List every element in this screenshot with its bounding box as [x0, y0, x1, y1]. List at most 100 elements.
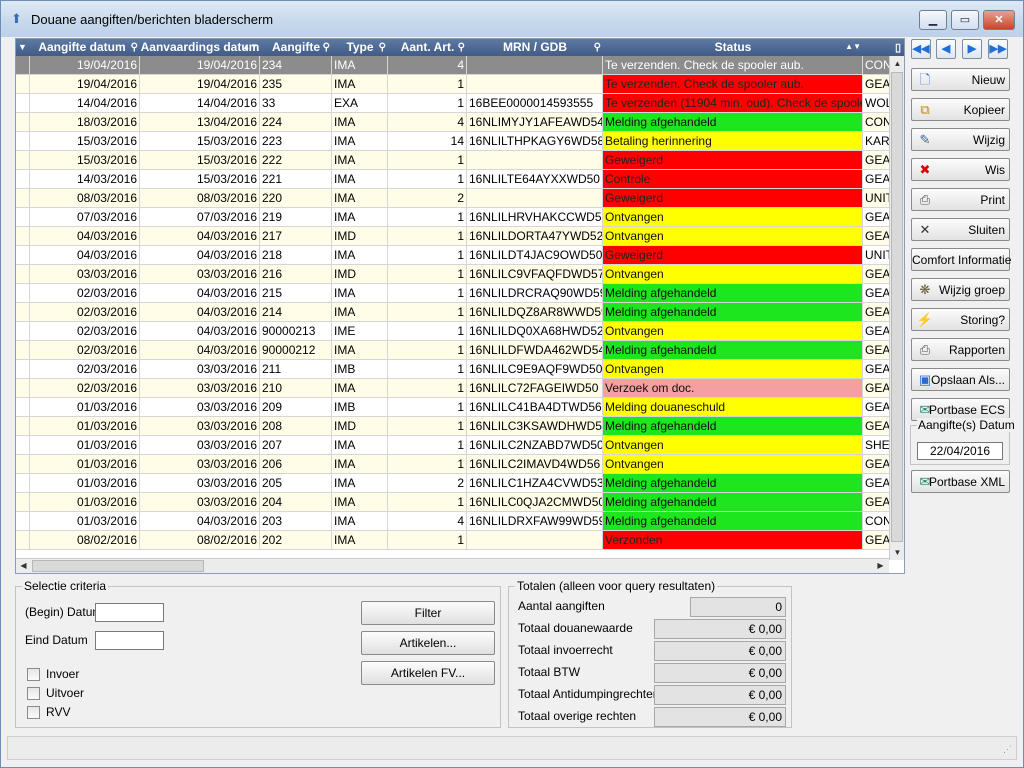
table-row[interactable]: 14/03/2016 15/03/2016 221 IMA 1 16NLILTE64AYX… [16, 170, 889, 189]
minimize-button[interactable]: ▁ [919, 10, 947, 30]
cell-aanvaardings-datum: 13/04/2016 [140, 113, 260, 131]
group-button[interactable]: ❋ Wijzig groep [911, 278, 1010, 301]
copy-button[interactable]: ⧉ Kopieer [911, 98, 1010, 121]
comfort-button[interactable]: Comfort Informatie [911, 248, 1011, 271]
table-row[interactable]: 01/03/2016 03/03/2016 209 IMB 1 16NLILC41BA4D… [16, 398, 889, 417]
header-aanvaardings-datum[interactable]: Aanvaardings datum ▲▼ [140, 39, 260, 56]
first-record-button[interactable]: ◀◀ [911, 39, 931, 59]
table-row[interactable]: 01/03/2016 03/03/2016 206 IMA 1 16NLILC2IMAVD… [16, 455, 889, 474]
rvv-checkbox[interactable] [27, 706, 40, 719]
column-chooser-icon[interactable]: ▯ [895, 40, 901, 56]
table-row[interactable]: 08/02/201608/02/2016202IMA1VerzondenGEAD… [16, 531, 889, 550]
cell-aangifte: 206 [260, 455, 332, 473]
cell-aanvaardings-datum: 08/02/2016 [140, 531, 260, 549]
cell-name: WOLFS [865, 96, 889, 110]
sort-icon[interactable]: ▲▼ [242, 39, 258, 55]
header-extra[interactable]: ▯ [863, 39, 904, 56]
resize-grip-icon[interactable]: ⋰ [1003, 744, 1012, 755]
header-mrn[interactable]: MRN / GDB ⚲ [467, 39, 603, 56]
table-row[interactable]: 01/03/2016 04/03/2016 203 IMA 4 16NLILDRXFAW9… [16, 512, 889, 531]
uitvoer-checkbox[interactable] [27, 687, 40, 700]
scroll-down-icon[interactable]: ▼ [890, 545, 904, 560]
row-indicator [16, 227, 30, 245]
table-row[interactable]: 01/03/2016 03/03/2016 205 IMA 2 16NLILC1HZA4C… [16, 474, 889, 493]
scroll-up-icon[interactable]: ▲ [890, 56, 904, 71]
close-window-button[interactable]: ✕ [983, 10, 1015, 30]
begin-date-input[interactable] [95, 603, 164, 622]
cell-type: IMA [332, 341, 388, 359]
invoer-checkbox[interactable] [27, 668, 40, 681]
search-icon[interactable]: ⚲ [594, 39, 601, 56]
cell-status: Ontvangen [603, 265, 863, 283]
uitvoer-label: Uitvoer [46, 686, 85, 700]
table-row[interactable]: 02/03/2016 04/03/2016 215 IMA 1 16NLILDRCRAQ9… [16, 284, 889, 303]
cell-status: Melding afgehandeld [603, 113, 863, 131]
end-date-input[interactable] [95, 631, 164, 650]
table-row[interactable]: 01/03/2016 03/03/2016 204 IMA 1 16NLILC0QJA2C… [16, 493, 889, 512]
horizontal-scrollbar[interactable]: ◀ ▶ [16, 558, 889, 573]
table-row[interactable]: 02/03/2016 03/03/2016 211 IMB 1 16NLILC9E9AQF… [16, 360, 889, 379]
table-row[interactable]: 04/03/2016 04/03/2016 218 IMA 1 16NLILDT4JAC9… [16, 246, 889, 265]
delete-button[interactable]: ✖ Wis [911, 158, 1010, 181]
table-row[interactable]: 01/03/2016 03/03/2016 207 IMA 1 16NLILC2NZABD… [16, 436, 889, 455]
last-record-button[interactable]: ▶▶ [988, 39, 1008, 59]
search-icon[interactable]: ⚲ [323, 39, 330, 56]
cell-aant-art: 1 [388, 170, 467, 188]
cell-status: Melding afgehandeld [603, 417, 863, 435]
row-indicator [16, 417, 30, 435]
scroll-right-icon[interactable]: ▶ [873, 559, 888, 573]
total-label: Totaal douanewaarde [518, 621, 633, 635]
scroll-left-icon[interactable]: ◀ [16, 559, 31, 573]
table-row[interactable]: 19/04/2016 19/04/2016 235 IMA 1 Te verzenden.… [16, 75, 889, 94]
sort-icon[interactable]: ▲▼ [845, 39, 861, 55]
saveas-button[interactable]: ▣ Opslaan Als... [911, 368, 1010, 391]
filter-button[interactable]: Filter [361, 601, 495, 625]
print-button[interactable]: ⎙ Print [911, 188, 1010, 211]
table-row[interactable]: 01/03/2016 03/03/2016 208 IMD 1 16NLILC3KSAWD… [16, 417, 889, 436]
vertical-scrollbar[interactable]: ▲ ▼ [889, 56, 904, 560]
maximize-button[interactable]: ▭ [951, 10, 979, 30]
header-type[interactable]: Type ⚲ [332, 39, 388, 56]
row-indicator [16, 151, 30, 169]
table-row[interactable]: 14/04/2016 14/04/2016 33 EXA 1 16BEE000001459… [16, 94, 889, 113]
declaration-date-field[interactable]: 22/04/2016 [917, 442, 1003, 460]
cell-aangifte: 220 [260, 189, 332, 207]
cell-name: UNITAS [865, 191, 889, 205]
table-row[interactable]: 07/03/2016 07/03/2016 219 IMA 1 16NLILHRVHAKC… [16, 208, 889, 227]
fault-button[interactable]: ⚡ Storing? [911, 308, 1010, 331]
search-icon[interactable]: ⚲ [379, 39, 386, 56]
table-row[interactable]: 04/03/2016 04/03/2016 217 IMD 1 16NLILDORTA47… [16, 227, 889, 246]
cell-aangifte-datum: 15/03/2016 [30, 132, 140, 150]
articles-button[interactable]: Artikelen... [361, 631, 495, 655]
header-aant-art[interactable]: Aant. Art. ⚲ [388, 39, 467, 56]
articles-fv-button[interactable]: Artikelen FV... [361, 661, 495, 685]
new-button[interactable]: 🗋 Nieuw [911, 68, 1010, 91]
table-row[interactable]: 02/03/2016 04/03/2016 90000212 IMA 1 16NLILDF… [16, 341, 889, 360]
table-row[interactable]: 19/04/2016 19/04/2016 234 IMA 4 Te verzenden.… [16, 56, 889, 75]
table-row[interactable]: 18/03/2016 13/04/2016 224 IMA 4 16NLIMYJY1AFE… [16, 113, 889, 132]
table-row[interactable]: 02/03/2016 03/03/2016 210 IMA 1 16NLILC72FAGE… [16, 379, 889, 398]
table-row[interactable]: 02/03/2016 04/03/2016 90000213 IME 1 16NLILDQ… [16, 322, 889, 341]
table-row[interactable]: 08/03/201608/03/2016220IMA2GeweigerdUNIT… [16, 189, 889, 208]
scroll-thumb[interactable] [32, 560, 204, 572]
prev-record-button[interactable]: ◀ [936, 39, 956, 59]
table-row[interactable]: 15/03/201615/03/2016222IMA1GeweigerdGEAD… [16, 151, 889, 170]
cell-aant-art: 2 [388, 474, 467, 492]
header-aangifte-datum[interactable]: ▼ Aangifte datum ⚲ [16, 39, 140, 56]
table-row[interactable]: 03/03/2016 03/03/2016 216 IMD 1 16NLILC9VFAQF… [16, 265, 889, 284]
cell-aant-art: 1 [388, 379, 467, 397]
edit-button[interactable]: ✎ Wijzig [911, 128, 1010, 151]
portbase-xml-button[interactable]: ✉ Portbase XML [911, 470, 1010, 493]
reports-button[interactable]: ⎙ Rapporten [911, 338, 1010, 361]
table-row[interactable]: 02/03/2016 04/03/2016 214 IMA 1 16NLILDQZ8AR8… [16, 303, 889, 322]
scroll-thumb[interactable] [891, 72, 903, 542]
close-button[interactable]: ✕ Sluiten [911, 218, 1010, 241]
header-status[interactable]: Status ▲▼ [603, 39, 863, 56]
search-icon[interactable]: ⚲ [458, 39, 465, 56]
cell-aant-art: 4 [388, 512, 467, 530]
table-row[interactable]: 15/03/2016 15/03/2016 223 IMA 14 16NLILTHPKAG… [16, 132, 889, 151]
row-indicator [16, 94, 30, 112]
search-icon[interactable]: ⚲ [131, 39, 138, 56]
header-aangifte[interactable]: Aangifte ⚲ [260, 39, 332, 56]
next-record-button[interactable]: ▶ [962, 39, 982, 59]
